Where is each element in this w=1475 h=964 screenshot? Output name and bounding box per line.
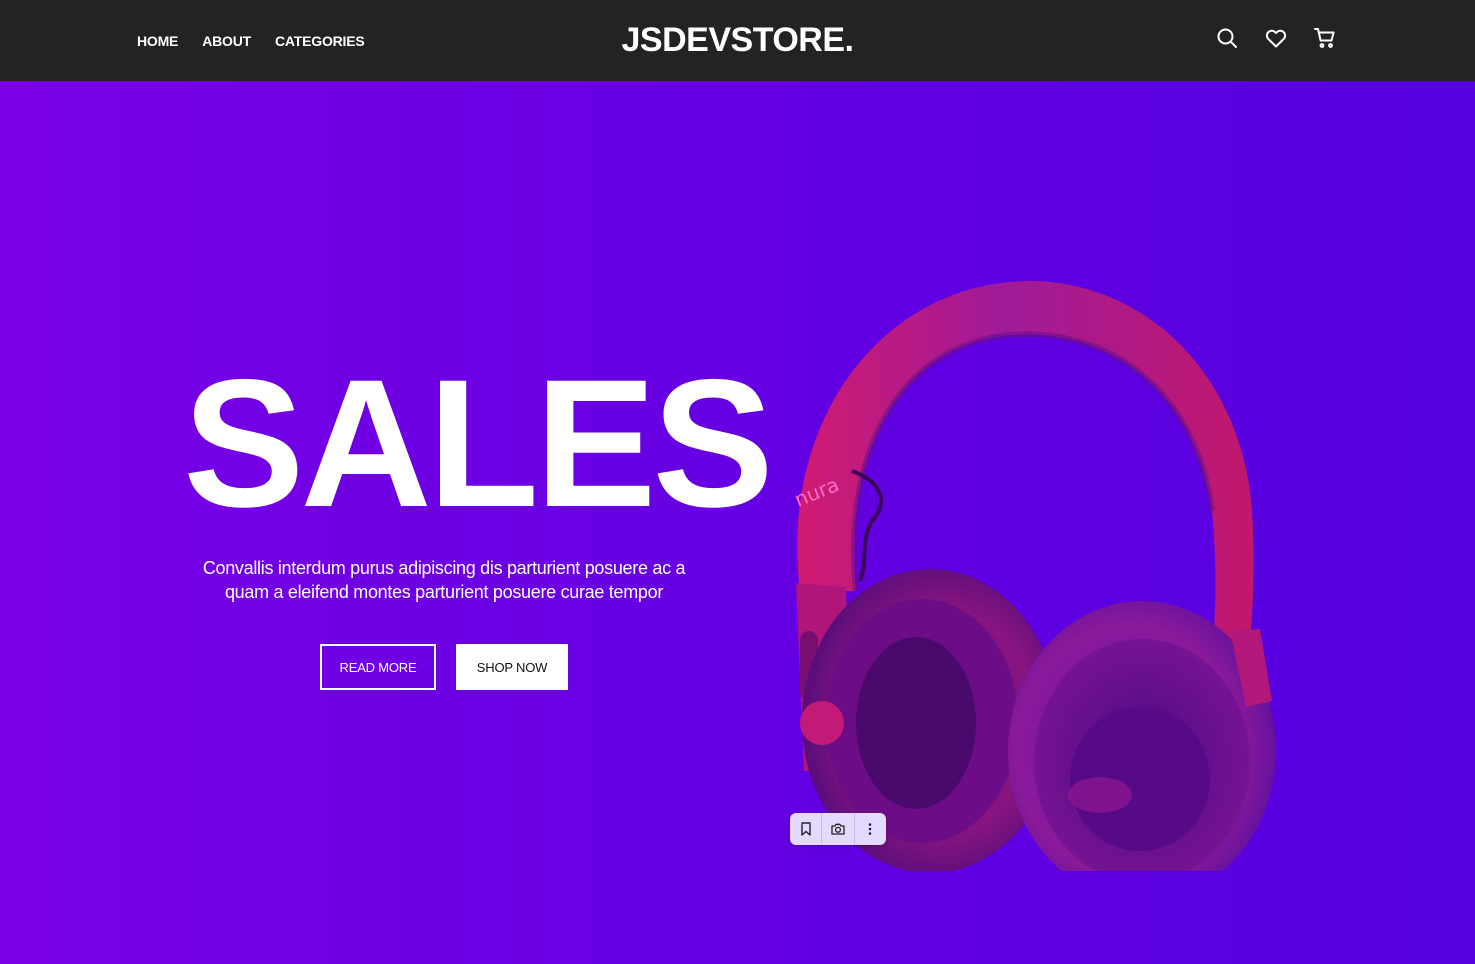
nav-link-about[interactable]: ABOUT <box>202 33 251 49</box>
hero-subtitle-line-1: Convallis interdum purus adipiscing dis … <box>202 558 686 578</box>
camera-icon <box>831 823 845 835</box>
search-icon[interactable] <box>1215 26 1239 50</box>
hero-banner: SALES Convallis interdum purus adipiscin… <box>0 81 1475 964</box>
page: HOME ABOUT CATEGORIES JSDEVSTORE. SALES <box>0 0 1475 964</box>
heart-icon[interactable] <box>1264 26 1288 50</box>
brand-logo[interactable]: JSDEVSTORE. <box>622 21 854 59</box>
more-options-button[interactable] <box>855 813 886 845</box>
image-toolbar <box>790 813 886 845</box>
hero-title: SALES <box>183 341 774 545</box>
nav-link-home[interactable]: HOME <box>137 33 178 49</box>
headphones-image: nura <box>791 281 1276 871</box>
more-vertical-icon <box>869 823 872 835</box>
bookmark-button[interactable] <box>790 813 823 845</box>
hero-subtitle-line-2: quam a eleifend montes parturient posuer… <box>224 582 664 602</box>
hero-subtitle: Convallis interdum purus adipiscing dis … <box>190 556 698 604</box>
cart-icon[interactable] <box>1313 26 1337 50</box>
bookmark-icon <box>800 822 811 836</box>
screenshot-button[interactable] <box>822 813 855 845</box>
shop-now-button[interactable]: SHOP NOW <box>456 644 568 690</box>
header-actions <box>1215 26 1337 50</box>
main-nav: HOME ABOUT CATEGORIES <box>137 0 365 81</box>
read-more-button[interactable]: READ MORE <box>320 644 436 690</box>
nav-link-categories[interactable]: CATEGORIES <box>275 33 365 49</box>
navbar: HOME ABOUT CATEGORIES JSDEVSTORE. <box>0 0 1475 81</box>
